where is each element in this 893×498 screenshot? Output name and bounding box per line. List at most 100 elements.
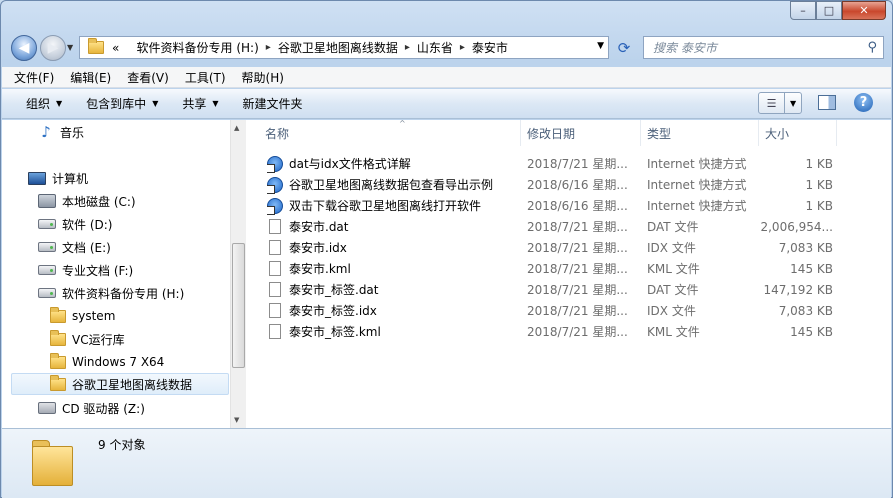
file-size: 145 KB [790,324,833,339]
table-row[interactable]: 双击下载谷歌卫星地图离线打开软件 2018/6/16 星期... Internet … [247,195,891,216]
arrow-left-icon: ◀ [18,40,30,56]
column-header-name[interactable]: 名称 ^ [259,119,521,146]
preview-pane-icon[interactable] [818,95,836,110]
forward-button[interactable]: ▶ [40,35,66,61]
drive-icon [38,219,56,229]
sidebar-item-drive-d[interactable]: 软件 (D:) [38,213,112,235]
sidebar-item-vc-runtime[interactable]: VC运行库 [50,328,125,350]
table-row[interactable]: 泰安市.idx 2018/7/21 星期... IDX 文件 7,083 KB [247,237,891,258]
folder-icon [50,352,66,369]
address-dropdown-icon[interactable]: ▼ [597,41,604,51]
table-row[interactable]: 泰安市.kml 2018/7/21 星期... KML 文件 145 KB [247,258,891,279]
refresh-icon: ⟳ [617,39,631,57]
file-date: 2018/7/21 星期... [527,157,628,171]
internet-shortcut-icon [267,176,283,194]
file-name: 泰安市.kml [289,262,351,276]
chevron-right-icon[interactable]: ▸ [405,42,410,53]
menu-view[interactable]: 查看(V) [127,69,169,86]
sidebar-item-windows7[interactable]: Windows 7 X64 [50,351,164,373]
sidebar-item-offline-map-data[interactable]: 谷歌卫星地图离线数据 [11,373,229,395]
table-row[interactable]: 泰安市_标签.idx 2018/7/21 星期... IDX 文件 7,083 KB [247,300,891,321]
refresh-button[interactable]: ⟳ [612,39,636,57]
sidebar-item-drive-h[interactable]: 软件资料备份专用 (H:) [38,282,184,304]
table-row[interactable]: dat与idx文件格式详解 2018/7/21 星期... Internet 快捷方… [247,153,891,174]
file-size: 145 KB [790,261,833,276]
column-header-size[interactable]: 大小 [759,120,837,146]
sidebar-item-computer[interactable]: 计算机 [28,167,88,189]
sidebar-item-music[interactable]: ♪ 音乐 [38,121,84,143]
chevron-down-icon: ▼ [212,99,219,108]
file-name: 泰安市.dat [289,220,349,234]
chevron-right-icon[interactable]: ▸ [460,42,465,53]
window-controls: – □ ✕ [790,1,886,20]
column-header-date[interactable]: 修改日期 [521,120,641,146]
recent-pages-dropdown[interactable]: ▼ [67,43,73,52]
sidebar-item-system[interactable]: system [50,305,115,327]
sort-ascending-icon: ^ [399,119,406,128]
menu-file[interactable]: 文件(F) [14,69,54,86]
file-size: 1 KB [805,177,833,192]
breadcrumb-h-drive[interactable]: 软件资料备份专用 (H:) ▸ [137,39,278,56]
file-date: 2018/6/16 星期... [527,199,628,213]
scroll-up-icon[interactable]: ▲ [234,124,239,132]
file-list: 名称 ^ 修改日期 类型 大小 dat与idx文件格式详解 2018/7/21 星… [247,119,891,428]
new-folder-button[interactable]: 新建文件夹 [243,95,303,112]
chevron-down-icon: ▼ [56,99,63,108]
share-button[interactable]: 共享 ▼ [182,95,218,112]
help-icon[interactable]: ? [854,93,873,112]
menu-tools[interactable]: 工具(T) [185,69,226,86]
table-row[interactable]: 泰安市_标签.kml 2018/7/21 星期... KML 文件 145 KB [247,321,891,342]
menu-edit[interactable]: 编辑(E) [70,69,111,86]
breadcrumb-overflow[interactable]: « [112,41,137,55]
navigation-pane: ♪ 音乐 计算机 本地磁盘 (C:) 软件 (D:) 文档 (E:) 专业文档 … [2,120,246,428]
table-row[interactable]: 谷歌卫星地图离线数据包查看导出示例 2018/6/16 星期... Internet… [247,174,891,195]
file-type: IDX 文件 [647,304,696,318]
breadcrumb-taian[interactable]: 泰安市 [472,39,508,56]
details-view-icon: ☰ [759,93,785,113]
file-date: 2018/7/21 星期... [527,241,628,255]
sidebar-item-drive-c[interactable]: 本地磁盘 (C:) [38,190,136,212]
menu-bar: 文件(F) 编辑(E) 查看(V) 工具(T) 帮助(H) [2,67,891,88]
file-size: 7,083 KB [778,240,833,255]
file-type: DAT 文件 [647,220,699,234]
file-date: 2018/7/21 星期... [527,262,628,276]
maximize-button[interactable]: □ [816,1,842,20]
drive-icon [38,288,56,298]
address-bar[interactable]: « 软件资料备份专用 (H:) ▸ 谷歌卫星地图离线数据 ▸ 山东省 ▸ 泰安市 ▼ [79,36,609,59]
chevron-right-icon[interactable]: ▸ [266,42,271,53]
search-icon[interactable]: ⚲ [867,40,877,55]
table-row[interactable]: 泰安市.dat 2018/7/21 星期... DAT 文件 2,006,954... [247,216,891,237]
organize-button[interactable]: 组织 ▼ [26,95,62,112]
drive-icon [38,242,56,252]
breadcrumb-shandong[interactable]: 山东省 ▸ [417,39,472,56]
scrollbar-thumb[interactable] [232,243,245,368]
sidebar-item-cd-drive[interactable]: CD 驱动器 (Z:) [38,397,145,419]
navigation-scrollbar[interactable]: ▲ ▼ [230,120,246,428]
close-button[interactable]: ✕ [842,1,886,20]
system-drive-icon [38,194,56,208]
change-view-button[interactable]: ☰ ▼ [758,92,802,114]
file-size: 1 KB [805,156,833,171]
back-button[interactable]: ◀ [11,35,37,61]
drive-icon [38,265,56,275]
file-icon [269,282,281,297]
column-header-type[interactable]: 类型 [641,120,759,146]
search-placeholder: 搜索 泰安市 [653,41,717,55]
explorer-window: – □ ✕ ◀ ▶ ▼ « 软件资料备份专用 (H:) ▸ 谷歌卫星地图离线数据 ▸… [0,0,893,498]
file-name: 泰安市_标签.idx [289,304,377,318]
scroll-down-icon[interactable]: ▼ [234,416,239,424]
sidebar-item-drive-f[interactable]: 专业文档 (F:) [38,259,133,281]
include-in-library-button[interactable]: 包含到库中 ▼ [86,95,158,112]
sidebar-item-drive-e[interactable]: 文档 (E:) [38,236,111,258]
menu-help[interactable]: 帮助(H) [242,69,284,86]
file-date: 2018/6/16 星期... [527,178,628,192]
file-type: KML 文件 [647,325,700,339]
table-row[interactable]: 泰安市_标签.dat 2018/7/21 星期... DAT 文件 147,192 K… [247,279,891,300]
breadcrumb-offline-data[interactable]: 谷歌卫星地图离线数据 ▸ [278,39,417,56]
minimize-button[interactable]: – [790,1,816,20]
content-area: ♪ 音乐 计算机 本地磁盘 (C:) 软件 (D:) 文档 (E:) 专业文档 … [2,119,891,428]
file-name: 谷歌卫星地图离线数据包查看导出示例 [289,178,494,192]
search-input[interactable]: 搜索 泰安市 ⚲ [643,36,884,59]
chevron-down-icon[interactable]: ▼ [790,99,796,108]
file-icon [269,240,281,255]
